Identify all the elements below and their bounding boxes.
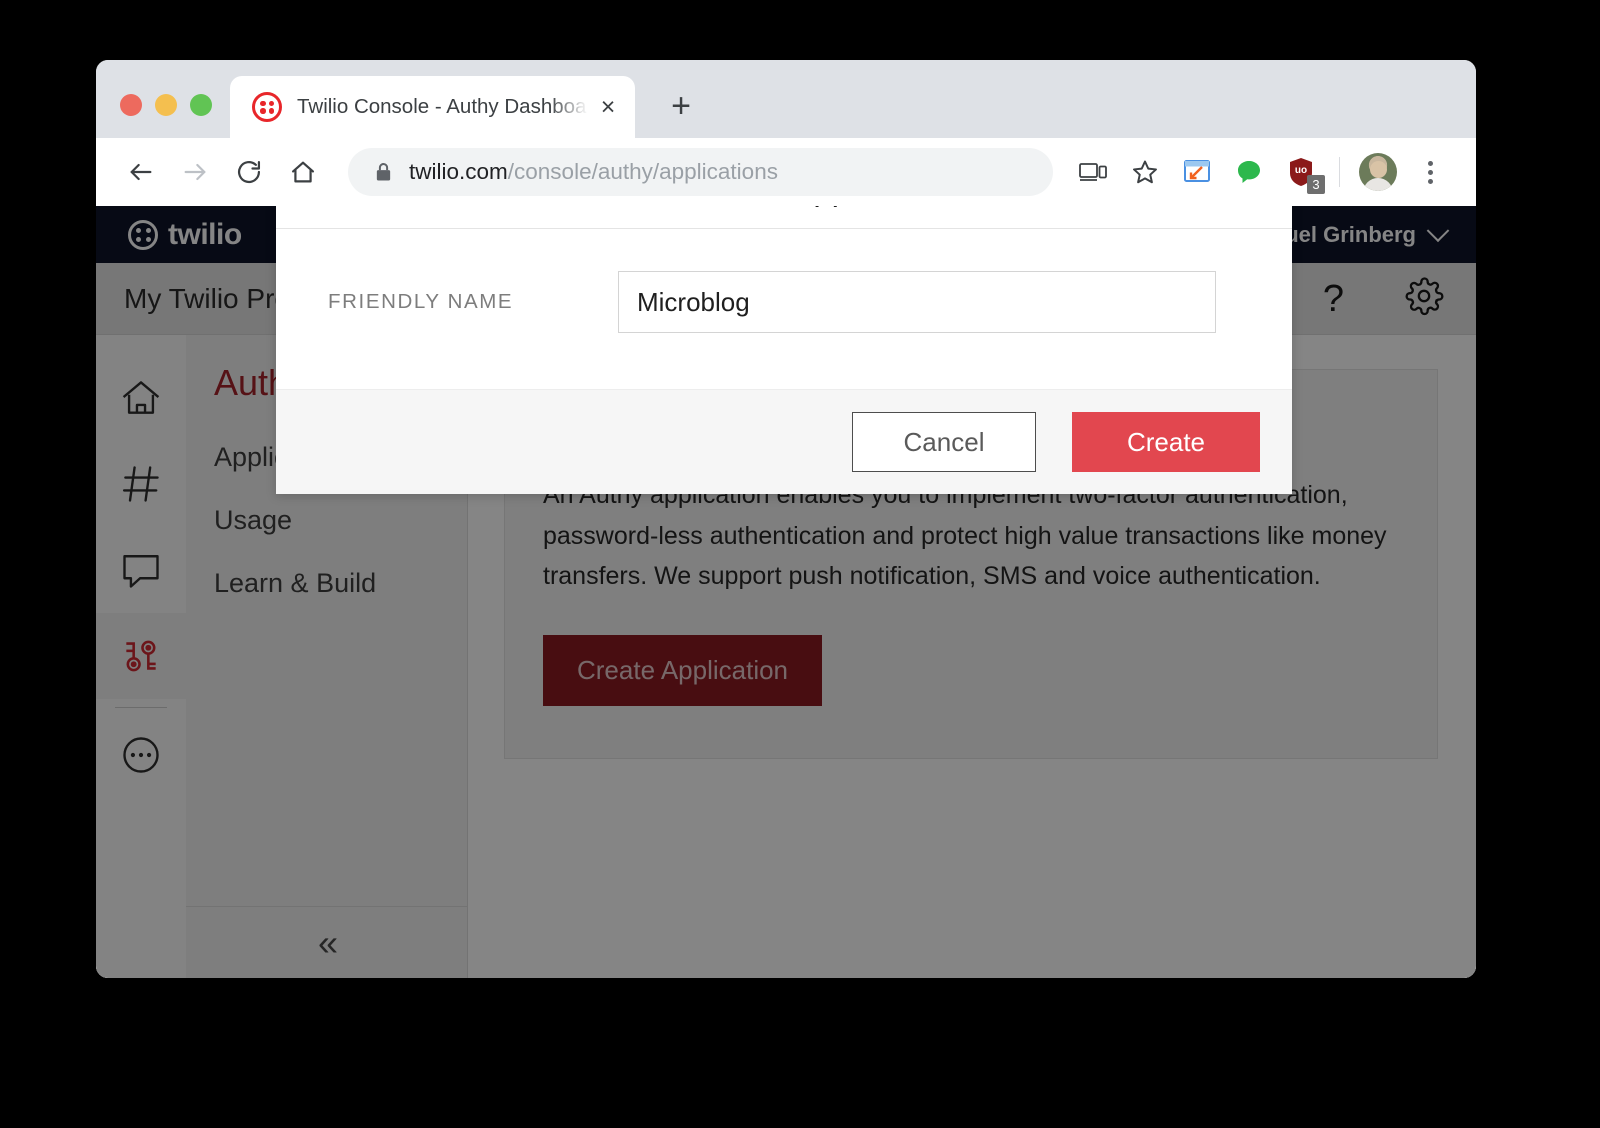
avatar[interactable] (1354, 148, 1402, 196)
lock-icon (374, 161, 393, 183)
cancel-button[interactable]: Cancel (852, 412, 1036, 472)
window-resizer-icon[interactable] (1173, 148, 1221, 196)
toolbar-right-icons: uo 3 (1069, 148, 1454, 196)
modal-footer: Cancel Create (276, 389, 1292, 494)
home-icon[interactable] (278, 147, 328, 197)
friendly-name-label: FRIENDLY NAME (328, 290, 514, 313)
three-dot-menu-icon[interactable] (1406, 148, 1454, 196)
back-arrow-icon[interactable] (116, 147, 166, 197)
ublock-badge-count: 3 (1307, 175, 1325, 194)
url-domain: twilio.com (409, 159, 508, 184)
modal-body: FRIENDLY NAME (276, 229, 1292, 389)
modal-header: Create new Application × (276, 206, 1292, 229)
create-button[interactable]: Create (1072, 412, 1260, 472)
ublock-origin-icon[interactable]: uo 3 (1277, 148, 1325, 196)
browser-window: Twilio Console - Authy Dashboa × + twili… (96, 60, 1476, 978)
twilio-favicon-icon (252, 92, 282, 122)
page-viewport: twilio DOCS Miguel Grinberg My Twilio Pr… (96, 206, 1476, 978)
create-application-modal: Create new Application × FRIENDLY NAME C… (276, 206, 1292, 494)
url-path: /console/authy/applications (507, 159, 778, 184)
modal-title: Create new Application (615, 206, 953, 208)
browser-tab[interactable]: Twilio Console - Authy Dashboa × (230, 76, 635, 138)
close-window-button[interactable] (120, 94, 142, 116)
browser-toolbar: twilio.com/console/authy/applications uo… (96, 138, 1476, 206)
forward-arrow-icon[interactable] (170, 147, 220, 197)
minimize-window-button[interactable] (155, 94, 177, 116)
maximize-window-button[interactable] (190, 94, 212, 116)
address-bar[interactable]: twilio.com/console/authy/applications (348, 148, 1053, 196)
cast-icon[interactable] (1069, 148, 1117, 196)
svg-text:uo: uo (1295, 165, 1307, 176)
tab-close-icon[interactable]: × (591, 90, 625, 124)
tab-strip: Twilio Console - Authy Dashboa × + (96, 60, 1476, 138)
bookmark-star-icon[interactable] (1121, 148, 1169, 196)
toolbar-divider (1339, 157, 1340, 187)
window-traffic-lights (96, 94, 230, 138)
close-icon[interactable]: × (1242, 206, 1264, 208)
url-text: twilio.com/console/authy/applications (409, 159, 778, 185)
friendly-name-input[interactable] (618, 271, 1216, 333)
new-tab-button[interactable]: + (655, 80, 707, 132)
tab-title: Twilio Console - Authy Dashboa (297, 95, 587, 118)
green-bubble-icon[interactable] (1225, 148, 1273, 196)
reload-icon[interactable] (224, 147, 274, 197)
